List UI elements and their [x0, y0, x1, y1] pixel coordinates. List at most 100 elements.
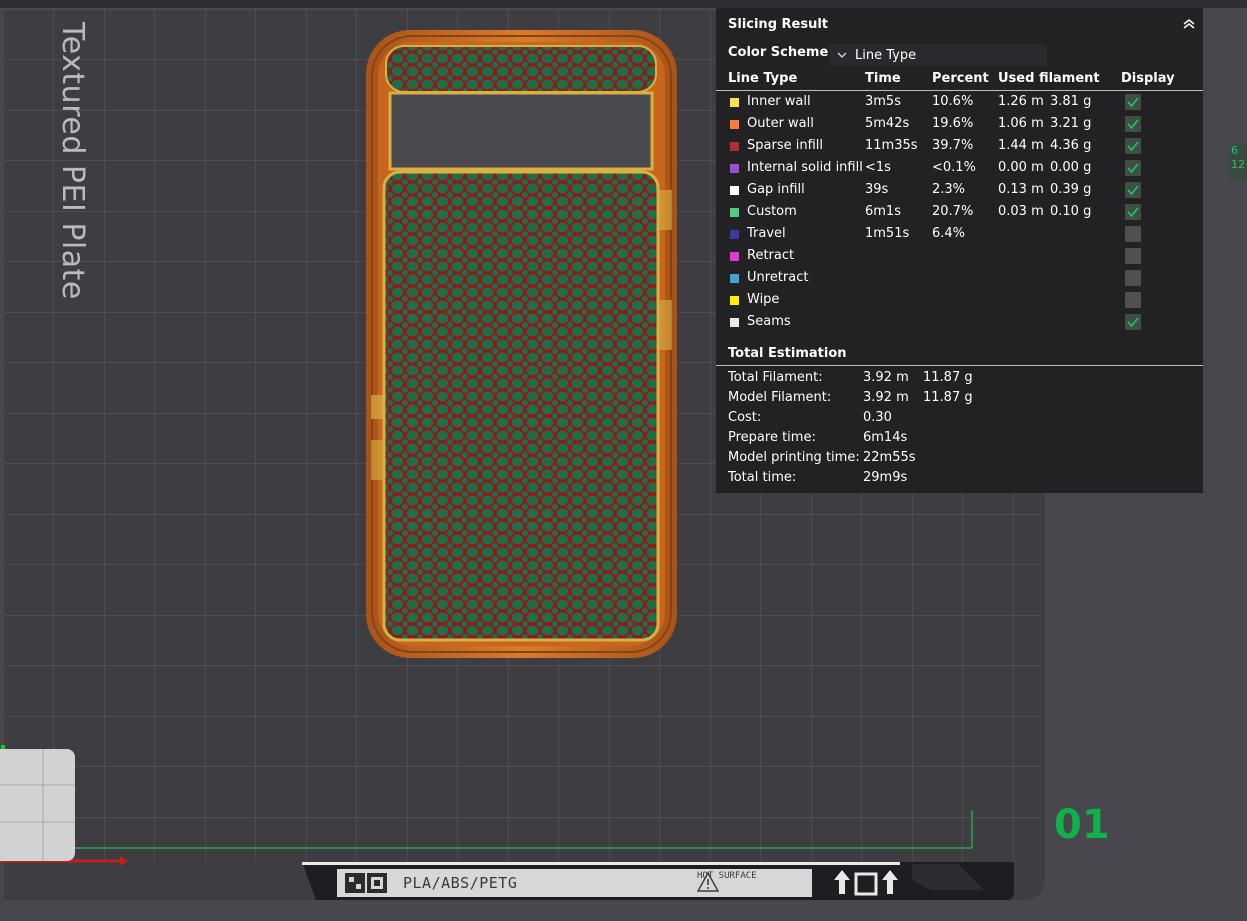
line-type-row: Gap infill 39s 2.3% 0.13 m 0.39 g [716, 180, 1203, 202]
display-checkbox[interactable] [1125, 182, 1141, 198]
display-checkbox[interactable] [1125, 248, 1141, 264]
line-type-weight: 0.10 g [1050, 204, 1092, 219]
line-type-row: Seams [716, 312, 1203, 334]
color-swatch [730, 164, 739, 173]
line-type-name: Travel [747, 226, 786, 241]
checkmark-icon [1127, 97, 1139, 108]
view-cube-corner[interactable] [0, 749, 75, 861]
header-divider [716, 90, 1203, 91]
color-scheme-label: Color Scheme [728, 45, 829, 60]
warning-triangle-icon [697, 872, 719, 892]
color-scheme-dropdown[interactable]: Line Type [829, 44, 1047, 66]
checkmark-icon [1127, 119, 1139, 130]
panel-title: Slicing Result [728, 17, 829, 32]
line-type-row: Inner wall 3m5s 10.6% 1.26 m 3.81 g [716, 92, 1203, 114]
display-checkbox[interactable] [1125, 292, 1141, 308]
col-header-line-type: Line Type [728, 71, 798, 86]
line-type-length: 0.00 m [998, 160, 1044, 175]
plate-symbols-icon [834, 870, 898, 896]
material-text: PLA/ABS/PETG [403, 874, 518, 892]
line-type-percent: 20.7% [932, 204, 974, 219]
display-checkbox[interactable] [1125, 116, 1141, 132]
line-type-row: Unretract [716, 268, 1203, 290]
line-type-percent: 19.6% [932, 116, 974, 131]
line-type-time: 3m5s [865, 94, 901, 109]
estimation-label: Model printing time: [728, 450, 860, 465]
line-type-time: 6m1s [865, 204, 901, 219]
estimation-row: Cost: 0.30 [716, 410, 1203, 430]
line-type-length: 1.26 m [998, 94, 1044, 109]
double-chevron-up-icon [1183, 19, 1195, 29]
line-type-length: 0.13 m [998, 182, 1044, 197]
line-type-name: Retract [747, 248, 795, 263]
estimation-row: Model printing time: 22m55s [716, 450, 1203, 470]
display-checkbox[interactable] [1125, 138, 1141, 154]
line-type-weight: 3.21 g [1050, 116, 1092, 131]
checkmark-icon [1127, 141, 1139, 152]
line-type-name: Wipe [747, 292, 780, 307]
line-type-row: Retract [716, 246, 1203, 268]
estimation-divider [716, 365, 1203, 366]
line-type-time: 1m51s [865, 226, 910, 241]
plate-number: 01 [1054, 802, 1110, 848]
color-swatch [730, 208, 739, 217]
color-swatch [730, 318, 739, 327]
line-type-percent: 6.4% [932, 226, 966, 241]
phone-case-model [366, 30, 677, 658]
col-header-display: Display [1121, 71, 1175, 86]
estimation-label: Total Filament: [728, 370, 823, 385]
line-type-weight: 3.81 g [1050, 94, 1092, 109]
line-type-row: Wipe [716, 290, 1203, 312]
line-type-name: Outer wall [747, 116, 814, 131]
estimation-value-1: 3.92 m [863, 370, 909, 385]
estimation-value-2: 11.87 g [923, 390, 973, 405]
line-type-time: 39s [865, 182, 889, 197]
line-type-weight: 0.00 g [1050, 160, 1092, 175]
line-type-name: Custom [747, 204, 797, 219]
line-type-name: Unretract [747, 270, 809, 285]
estimation-value-2: 11.87 g [923, 370, 973, 385]
total-estimation-title: Total Estimation [728, 346, 847, 361]
line-type-time: 11m35s [865, 138, 918, 153]
estimation-value-1: 6m14s [863, 430, 908, 445]
col-header-used-filament: Used filament [998, 71, 1100, 86]
line-type-row: Sparse infill 11m35s 39.7% 1.44 m 4.36 g [716, 136, 1203, 158]
estimation-row: Prepare time: 6m14s [716, 430, 1203, 450]
display-checkbox[interactable] [1125, 314, 1141, 330]
estimation-value-1: 0.30 [863, 410, 892, 425]
color-swatch [730, 186, 739, 195]
line-type-name: Sparse infill [747, 138, 823, 153]
bottom-edge [302, 862, 900, 865]
line-type-name: Internal solid infill [747, 160, 863, 175]
display-checkbox[interactable] [1125, 270, 1141, 286]
estimation-row: Total time: 29m9s [716, 470, 1203, 490]
line-type-length: 1.06 m [998, 116, 1044, 131]
color-swatch [730, 120, 739, 129]
display-checkbox[interactable] [1125, 226, 1141, 242]
color-swatch [730, 274, 739, 283]
estimation-label: Total time: [728, 470, 797, 485]
display-checkbox[interactable] [1125, 204, 1141, 220]
line-type-time: <1s [865, 160, 891, 175]
checkmark-icon [1127, 163, 1139, 174]
estimation-value-1: 29m9s [863, 470, 908, 485]
line-type-time: 5m42s [865, 116, 910, 131]
estimation-label: Model Filament: [728, 390, 832, 405]
estimation-row: Model Filament: 3.92 m 11.87 g [716, 390, 1203, 410]
estimation-label: Cost: [728, 410, 762, 425]
line-type-row: Custom 6m1s 20.7% 0.03 m 0.10 g [716, 202, 1203, 224]
color-swatch [730, 230, 739, 239]
line-type-weight: 4.36 g [1050, 138, 1092, 153]
checkmark-icon [1127, 207, 1139, 218]
collapse-button[interactable] [1181, 16, 1197, 32]
color-swatch [730, 142, 739, 151]
display-checkbox[interactable] [1125, 160, 1141, 176]
line-type-length: 1.44 m [998, 138, 1044, 153]
color-scheme-value: Line Type [855, 47, 917, 63]
color-swatch [730, 296, 739, 305]
line-type-row: Travel 1m51s 6.4% [716, 224, 1203, 246]
line-type-percent: 2.3% [932, 182, 966, 197]
plate-type-label: Textured PEI Plate [55, 22, 90, 300]
hot-surface-warning: HOT SURFACE [697, 872, 777, 892]
display-checkbox[interactable] [1125, 94, 1141, 110]
